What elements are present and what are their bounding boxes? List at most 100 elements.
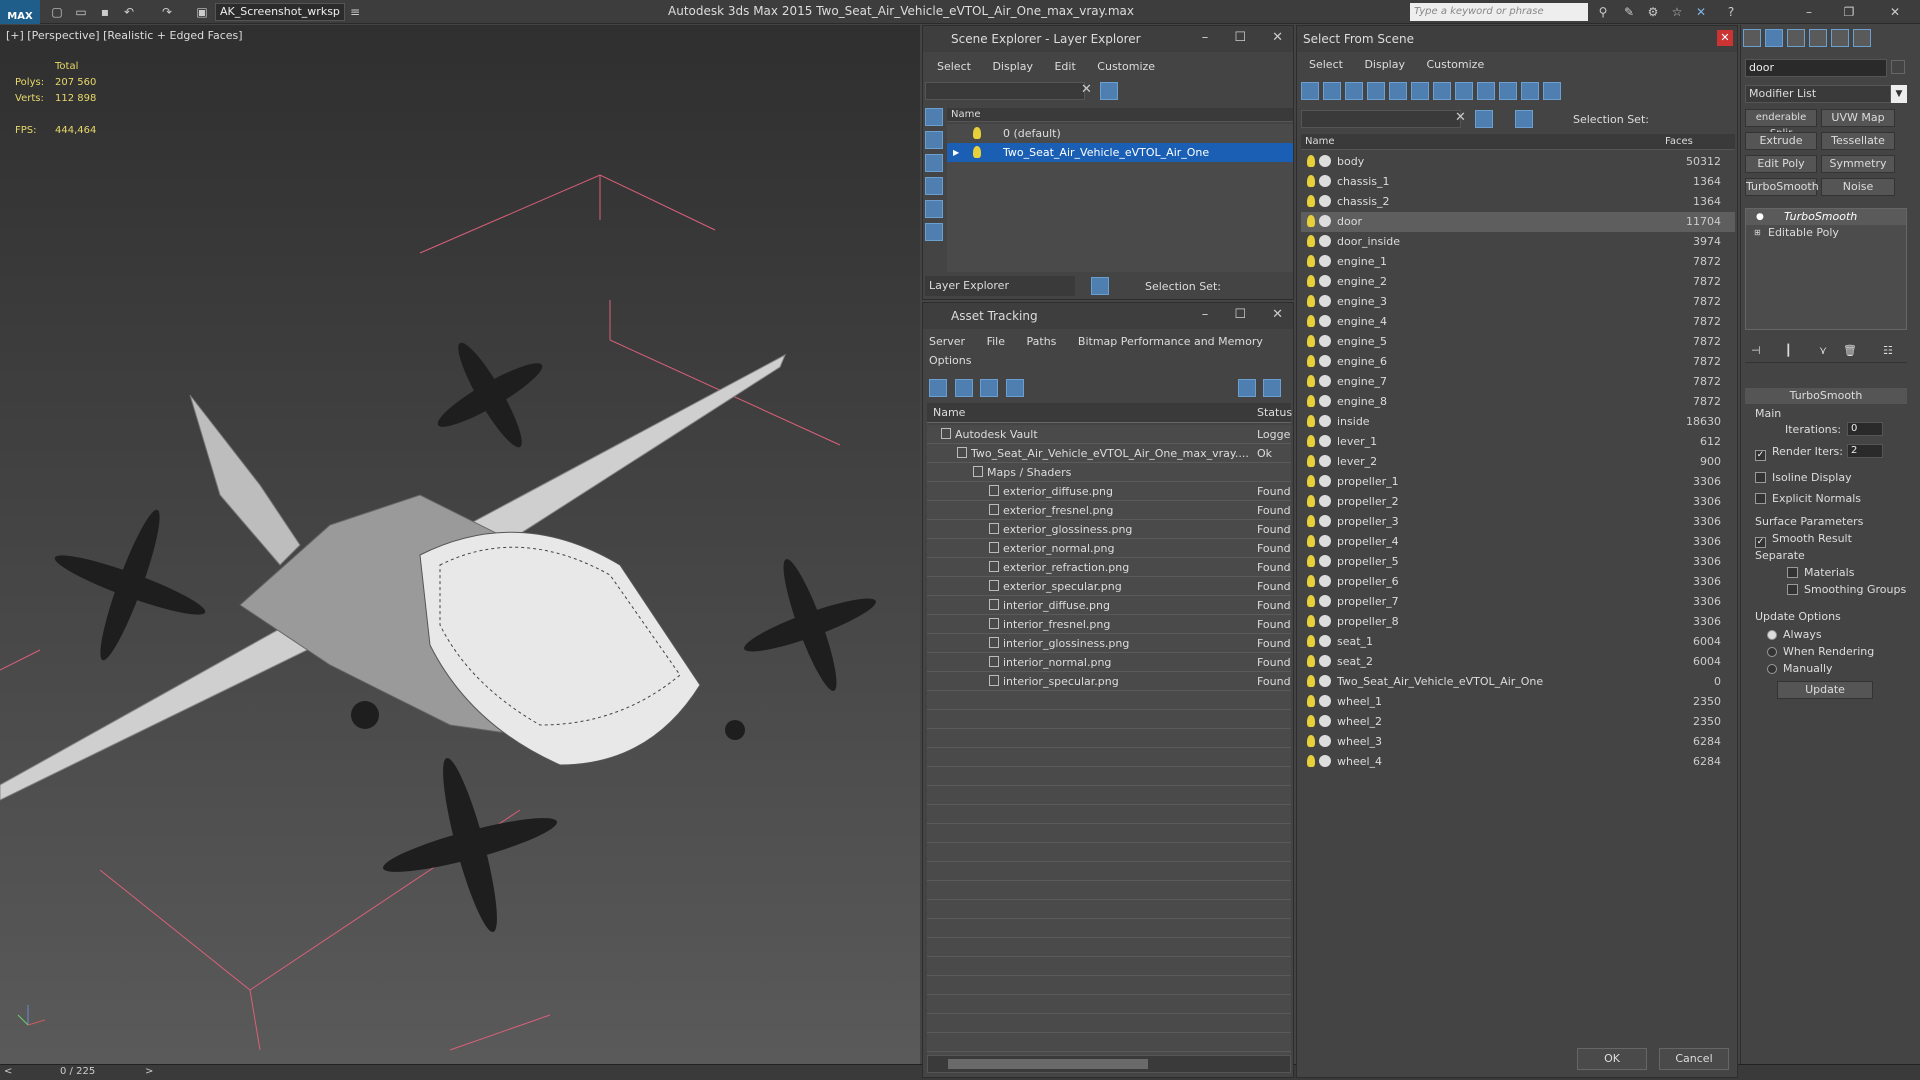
show-end-result-icon[interactable]: ┃	[1785, 344, 1792, 357]
always-radio[interactable]	[1767, 630, 1777, 640]
object-row[interactable]: wheel_1 2350	[1301, 692, 1735, 712]
light-bulb-icon[interactable]	[1307, 755, 1315, 767]
display-geometry-icon[interactable]	[925, 131, 943, 149]
utilities-tab-icon[interactable]	[1853, 29, 1871, 47]
display-shapes-icon[interactable]	[925, 154, 943, 172]
object-color-swatch[interactable]	[1891, 60, 1905, 74]
uvw-map-button[interactable]: UVW Map	[1821, 109, 1895, 127]
create-tab-icon[interactable]	[1743, 29, 1761, 47]
light-bulb-icon[interactable]	[1307, 475, 1315, 487]
menu-options[interactable]: Options	[929, 354, 971, 367]
undo-icon[interactable]: ↶	[120, 3, 138, 21]
cancel-button[interactable]: Cancel	[1659, 1048, 1729, 1070]
filter-spacewarps-icon[interactable]	[1411, 82, 1429, 100]
light-bulb-icon[interactable]	[1307, 295, 1315, 307]
open-icon[interactable]: ▭	[72, 3, 90, 21]
renderable-spline-button[interactable]: enderable Splir	[1745, 109, 1817, 139]
minimize-icon[interactable]: –	[1800, 3, 1818, 21]
light-bulb-icon[interactable]	[1307, 495, 1315, 507]
layer-column-header[interactable]: Name	[947, 108, 1293, 122]
filter-containers-icon[interactable]	[1499, 82, 1517, 100]
symmetry-button[interactable]: Symmetry	[1821, 155, 1895, 173]
remove-modifier-icon[interactable]: 🗑	[1843, 344, 1857, 357]
table-view-icon[interactable]	[1005, 379, 1024, 397]
object-row[interactable]: propeller_2 3306	[1301, 492, 1735, 512]
tree-view-icon[interactable]	[980, 379, 998, 397]
object-row[interactable]: wheel_3 6284	[1301, 732, 1735, 752]
light-bulb-icon[interactable]: ●	[1756, 209, 1764, 225]
turbosmooth-rollout-header[interactable]: TurboSmooth	[1745, 388, 1907, 404]
make-unique-icon[interactable]: ⋎	[1819, 344, 1827, 357]
object-row[interactable]: engine_1 7872	[1301, 252, 1735, 272]
modifier-list-dropdown[interactable]: Modifier List	[1745, 85, 1891, 103]
object-row[interactable]: engine_8 7872	[1301, 392, 1735, 412]
object-row[interactable]: seat_2 6004	[1301, 652, 1735, 672]
close-icon[interactable]: ✕	[1886, 3, 1904, 21]
display-layers-icon[interactable]	[925, 223, 943, 241]
light-bulb-icon[interactable]	[1307, 535, 1315, 547]
star-icon[interactable]: ☆	[1668, 3, 1686, 21]
filter-shapes-icon[interactable]	[1323, 82, 1341, 100]
menu-customize[interactable]: Customize	[1426, 58, 1484, 71]
asset-row[interactable]: Autodesk Vault Logged	[927, 425, 1291, 444]
asset-name-header[interactable]: Name	[933, 406, 965, 419]
light-bulb-icon[interactable]	[1307, 355, 1315, 367]
object-row[interactable]: propeller_8 3306	[1301, 612, 1735, 632]
light-bulb-icon[interactable]	[1307, 275, 1315, 287]
asset-row[interactable]: interior_diffuse.png Found	[927, 596, 1291, 615]
light-bulb-icon[interactable]	[1307, 375, 1315, 387]
refresh-icon[interactable]	[929, 379, 947, 397]
light-bulb-icon[interactable]	[1307, 155, 1315, 167]
asset-row[interactable]: exterior_normal.png Found	[927, 539, 1291, 558]
menu-display[interactable]: Display	[1364, 58, 1405, 71]
filter-helpers-icon[interactable]	[1389, 82, 1407, 100]
display-none-icon[interactable]	[925, 108, 943, 126]
materials-checkbox[interactable]	[1787, 567, 1798, 578]
asset-tracking-window-controls[interactable]: – ☐ ✕	[1202, 307, 1283, 322]
list-view-icon[interactable]	[954, 379, 973, 397]
close-icon[interactable]: ✕	[1717, 30, 1733, 46]
help-icon[interactable]	[1237, 379, 1256, 397]
light-bulb-icon[interactable]	[1307, 655, 1315, 667]
filter-geometry-icon[interactable]	[1301, 82, 1319, 100]
filter-bones-icon[interactable]	[1477, 82, 1495, 100]
workspace-menu-icon[interactable]: ≡	[346, 3, 364, 21]
tessellate-button[interactable]: Tessellate	[1821, 132, 1895, 150]
horizontal-scrollbar[interactable]	[927, 1055, 1291, 1073]
light-bulb-icon[interactable]	[973, 127, 981, 139]
pin-stack-icon[interactable]: ⊣	[1751, 344, 1761, 357]
object-row[interactable]: propeller_1 3306	[1301, 472, 1735, 492]
light-bulb-icon[interactable]	[1307, 635, 1315, 647]
object-row[interactable]: wheel_2 2350	[1301, 712, 1735, 732]
object-row[interactable]: engine_3 7872	[1301, 292, 1735, 312]
filter-icon[interactable]	[1100, 82, 1118, 100]
explorer-type-dropdown[interactable]: Layer Explorer	[925, 276, 1075, 296]
new-icon[interactable]: ▢	[48, 3, 66, 21]
layer-icon[interactable]	[1091, 277, 1109, 295]
asset-row[interactable]: Maps / Shaders	[927, 463, 1291, 482]
light-bulb-icon[interactable]	[1307, 235, 1315, 247]
save-icon[interactable]: ▪	[96, 3, 114, 21]
clear-find-icon[interactable]: ✕	[1455, 110, 1466, 125]
object-row[interactable]: seat_1 6004	[1301, 632, 1735, 652]
asset-row[interactable]: exterior_glossiness.png Found	[927, 520, 1291, 539]
object-row[interactable]: propeller_4 3306	[1301, 532, 1735, 552]
search-input[interactable]: Type a keyword or phrase	[1410, 3, 1588, 21]
find-input[interactable]	[1301, 110, 1461, 128]
chevron-down-icon[interactable]: ▼	[1891, 85, 1907, 103]
stack-item-turbosmooth[interactable]: ● TurboSmooth	[1746, 209, 1906, 225]
sfs-name-header[interactable]: Name	[1305, 134, 1335, 150]
edit-poly-button[interactable]: Edit Poly	[1745, 155, 1817, 173]
hierarchy-tab-icon[interactable]	[1787, 29, 1805, 47]
object-row[interactable]: engine_6 7872	[1301, 352, 1735, 372]
modify-tab-icon[interactable]	[1765, 29, 1783, 47]
object-row[interactable]: lever_1 612	[1301, 432, 1735, 452]
menu-server[interactable]: Server	[929, 335, 965, 348]
object-row[interactable]: lever_2 900	[1301, 452, 1735, 472]
asset-row[interactable]: exterior_fresnel.png Found	[927, 501, 1291, 520]
light-bulb-icon[interactable]	[1307, 455, 1315, 467]
isoline-checkbox[interactable]	[1755, 472, 1766, 483]
configure-sets-icon[interactable]: ☷	[1883, 344, 1893, 357]
time-next-button[interactable]: >	[145, 1064, 153, 1080]
extrude-button[interactable]: Extrude	[1745, 132, 1817, 150]
